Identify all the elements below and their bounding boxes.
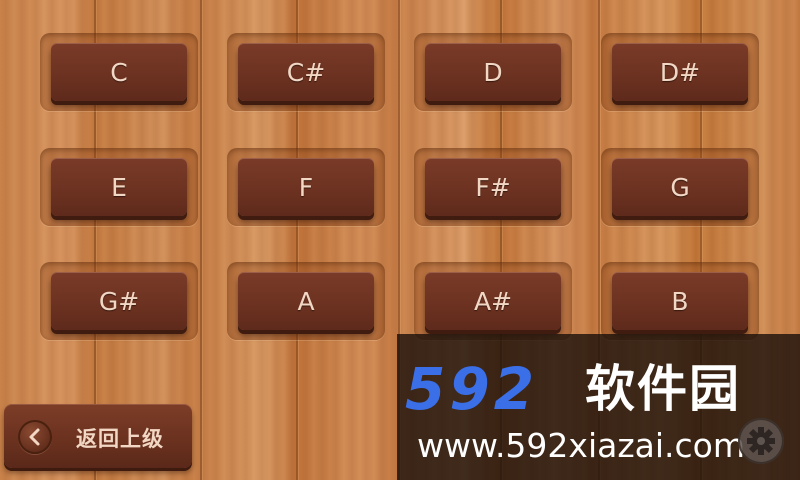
key-label: F: [298, 172, 314, 202]
key-button-b[interactable]: B: [612, 272, 748, 330]
key-slot: B: [601, 262, 759, 340]
back-button[interactable]: 返回上级: [4, 404, 192, 468]
watermark-url: www.592xiazai.com: [417, 426, 746, 465]
key-label: D#: [659, 57, 701, 87]
key-slot: C#: [227, 33, 385, 111]
key-slot: D#: [601, 33, 759, 111]
key-label: G: [670, 172, 690, 202]
key-button-a-sharp[interactable]: A#: [425, 272, 561, 330]
key-button-f[interactable]: F: [238, 158, 374, 216]
key-label: C: [110, 57, 128, 87]
key-slot: A: [227, 262, 385, 340]
key-slot: G#: [40, 262, 198, 340]
key-slot: F#: [414, 148, 572, 226]
key-button-c-sharp[interactable]: C#: [238, 43, 374, 101]
key-slot: F: [227, 148, 385, 226]
key-label: B: [671, 286, 689, 316]
key-label: G#: [98, 286, 140, 316]
key-slot: D: [414, 33, 572, 111]
watermark-logo-number: 592: [405, 355, 539, 423]
key-slot: C: [40, 33, 198, 111]
key-label: D: [483, 57, 503, 87]
watermark-logo-text: 软件园: [585, 360, 741, 418]
chevron-left-icon: [18, 420, 52, 454]
key-button-e[interactable]: E: [51, 158, 187, 216]
key-label: F#: [475, 172, 511, 202]
key-label: A: [297, 286, 315, 316]
key-button-c[interactable]: C: [51, 43, 187, 101]
key-slot: E: [40, 148, 198, 226]
key-button-f-sharp[interactable]: F#: [425, 158, 561, 216]
key-button-d-sharp[interactable]: D#: [612, 43, 748, 101]
key-slot: G: [601, 148, 759, 226]
key-button-g-sharp[interactable]: G#: [51, 272, 187, 330]
settings-button[interactable]: [738, 418, 784, 464]
key-label: E: [111, 172, 127, 202]
gear-icon: [747, 427, 775, 455]
key-label: C#: [286, 57, 326, 87]
back-button-label: 返回上级: [76, 427, 164, 451]
key-button-d[interactable]: D: [425, 43, 561, 101]
plank-seam: [200, 0, 202, 480]
key-button-g[interactable]: G: [612, 158, 748, 216]
key-button-a[interactable]: A: [238, 272, 374, 330]
key-slot: A#: [414, 262, 572, 340]
key-label: A#: [473, 286, 513, 316]
